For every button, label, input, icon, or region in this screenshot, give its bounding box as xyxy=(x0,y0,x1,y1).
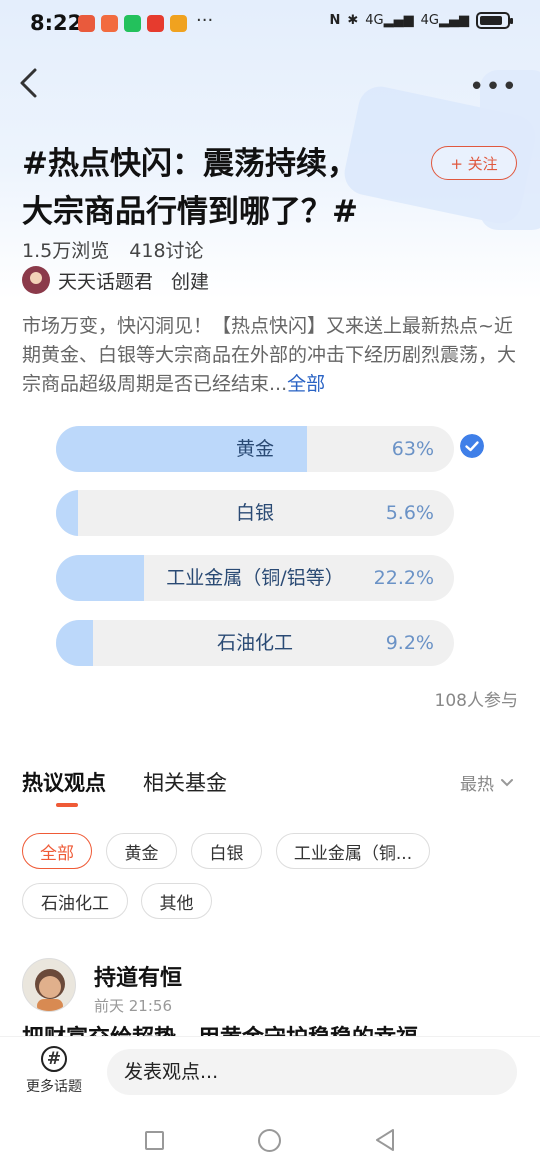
filter-chip-gold[interactable]: 黄金 xyxy=(106,833,177,869)
topic-description: 市场万变，快闪洞见！【热点快闪】又来送上最新热点~近期黄金、白银等大宗商品在外部… xyxy=(22,312,518,399)
back-icon[interactable] xyxy=(16,66,46,100)
topic-title-line: #热点快闪：震荡持续， xyxy=(22,146,358,182)
tab-related-funds[interactable]: 相关基金 xyxy=(143,767,227,797)
battery-icon xyxy=(476,12,513,29)
comment-input[interactable] xyxy=(107,1049,517,1095)
poll-option[interactable]: 白银 5.6% xyxy=(56,490,454,536)
filter-chip-industrial-metals[interactable]: 工业金属（铜... xyxy=(276,833,430,869)
creator[interactable]: 天天话题君 创建 xyxy=(22,266,209,294)
view-count: 1.5万浏览 xyxy=(22,240,110,262)
sort-label: 最热 xyxy=(460,775,494,795)
home-icon[interactable] xyxy=(258,1129,281,1152)
comment-time: 前天 21:56 xyxy=(94,997,172,1015)
signal-icon: 4G▂▄▆ xyxy=(365,13,414,28)
nfc-icon: N xyxy=(329,13,341,28)
hashtag-icon: # xyxy=(41,1046,67,1072)
recent-apps-icon[interactable] xyxy=(145,1131,164,1150)
filter-chip-other[interactable]: 其他 xyxy=(141,883,212,919)
avatar[interactable] xyxy=(22,958,76,1012)
tab-indicator xyxy=(56,803,78,807)
comment-text[interactable]: 把财富交给超势，用黄金守护稳稳的幸福 xyxy=(22,1022,518,1036)
selected-check-icon xyxy=(460,434,484,458)
more-icon[interactable]: ••• xyxy=(469,72,518,102)
signal-icon: 4G▂▄▆ xyxy=(420,13,469,28)
system-back-icon[interactable] xyxy=(374,1128,396,1152)
topic-title-line: 大宗商品行情到哪了？# xyxy=(22,194,358,230)
filter-chip-silver[interactable]: 白银 xyxy=(191,833,262,869)
bluetooth-icon: ✱ xyxy=(347,13,359,28)
status-bar: 8:22 ··· N ✱ 4G▂▄▆ 4G▂▄▆ xyxy=(0,0,540,50)
description-text: 市场万变，快闪洞见！【热点快闪】又来送上最新热点~近期黄金、白银等大宗商品在外部… xyxy=(22,315,517,395)
filter-chip-all[interactable]: 全部 xyxy=(22,833,92,869)
creator-name[interactable]: 天天话题君 xyxy=(58,267,153,294)
app-notification-icon xyxy=(101,15,118,32)
app-notification-icon xyxy=(147,15,164,32)
creator-action: 创建 xyxy=(171,270,210,293)
status-time: 8:22 xyxy=(30,11,83,35)
poll-option-percent: 22.2% xyxy=(373,567,434,589)
more-topics-label: 更多话题 xyxy=(26,1079,82,1095)
app-notification-icon xyxy=(78,15,95,32)
poll-option[interactable]: 黄金 63% xyxy=(56,426,454,472)
poll-option-percent: 9.2% xyxy=(385,632,434,654)
topic-stats: 1.5万浏览 418讨论 xyxy=(22,236,218,263)
sort-dropdown[interactable]: 最热 xyxy=(460,770,514,795)
poll-option[interactable]: 工业金属（铜/铝等） 22.2% xyxy=(56,555,454,601)
status-indicators: N ✱ 4G▂▄▆ 4G▂▄▆ xyxy=(329,12,513,29)
participant-count: 108人参与 xyxy=(434,691,518,711)
poll-option[interactable]: 石油化工 9.2% xyxy=(56,620,454,666)
chevron-down-icon xyxy=(501,778,513,786)
topic-title: #热点快闪：震荡持续， 大宗商品行情到哪了？# xyxy=(22,140,422,236)
poll-option-percent: 63% xyxy=(391,438,434,460)
more-notifications-icon: ··· xyxy=(196,10,214,31)
user-avatar-illustration xyxy=(35,969,65,1011)
tab-hot-opinions[interactable]: 热议观点 xyxy=(22,767,106,797)
app-notification-icon xyxy=(170,15,187,32)
avatar[interactable] xyxy=(22,266,50,294)
wechat-icon xyxy=(124,15,141,32)
follow-button[interactable]: + 关注 xyxy=(431,146,517,180)
discussion-count: 418讨论 xyxy=(129,240,204,262)
more-topics-button[interactable]: # 更多话题 xyxy=(14,1046,94,1096)
poll-option-percent: 5.6% xyxy=(385,502,434,524)
filter-chip-petrochemical[interactable]: 石油化工 xyxy=(22,883,128,919)
comment-author[interactable]: 持道有恒 xyxy=(94,960,182,992)
expand-link[interactable]: 全部 xyxy=(287,373,325,395)
